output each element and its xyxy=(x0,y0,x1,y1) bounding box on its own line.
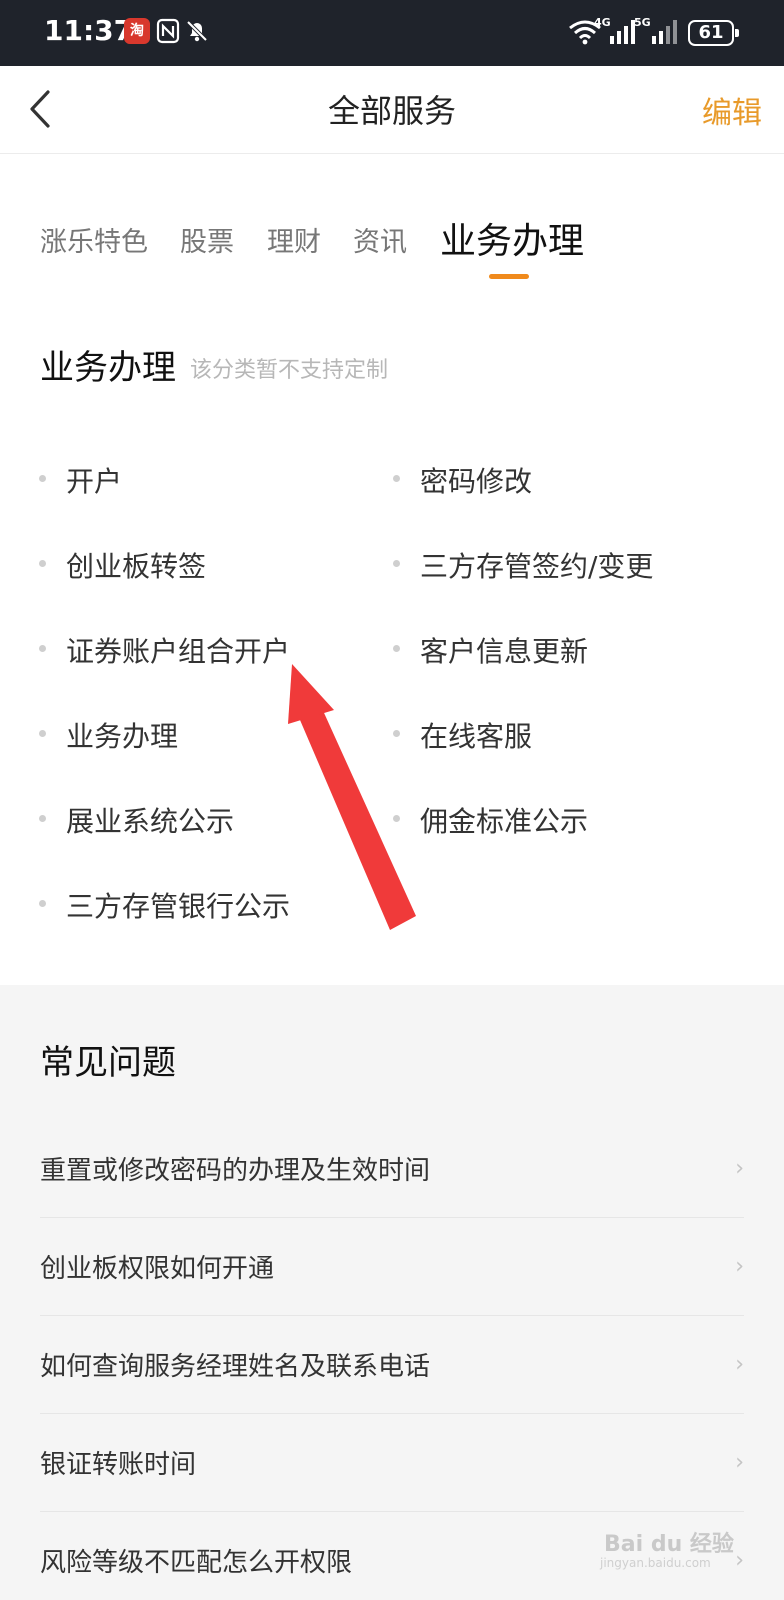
service-item-label: 三方存管银行公示 xyxy=(66,890,291,923)
service-item-custody-bank-disclosure[interactable]: 三方存管银行公示 xyxy=(39,885,291,925)
red-annotation-arrow-icon xyxy=(288,664,416,930)
watermark-main: Bai du 经验 xyxy=(604,1532,734,1557)
battery-indicator: 61 xyxy=(688,20,739,46)
service-item-combined-account-opening[interactable]: 证券账户组合开户 xyxy=(39,630,291,670)
watermark-url: jingyan.baidu.com xyxy=(600,1556,711,1570)
faq-item-label: 创业板权限如何开通 xyxy=(40,1254,275,1284)
service-item-label: 证券账户组合开户 xyxy=(66,635,291,668)
nav-bar: 全部服务 编辑 xyxy=(0,66,784,154)
bullet-dot xyxy=(39,475,46,482)
bullet-dot xyxy=(39,815,46,822)
active-tab-indicator xyxy=(489,274,529,279)
service-item-change-password[interactable]: 密码修改 xyxy=(393,460,533,500)
faq-item-label: 如何查询服务经理姓名及联系电话 xyxy=(40,1352,431,1382)
service-item-third-party-custody[interactable]: 三方存管签约/变更 xyxy=(393,545,654,585)
service-item-label: 创业板转签 xyxy=(66,550,207,583)
status-time: 11:37 xyxy=(44,14,134,47)
signal-5g-icon xyxy=(652,20,677,44)
nfc-icon xyxy=(156,18,180,44)
tab-stocks[interactable]: 股票 xyxy=(180,220,234,259)
faq-item-chinext-permission[interactable]: 创业板权限如何开通 › xyxy=(40,1218,744,1316)
mute-bell-icon xyxy=(186,20,208,42)
tab-wealth[interactable]: 理财 xyxy=(267,220,321,259)
bullet-dot xyxy=(39,560,46,567)
faq-item-label: 风险等级不匹配怎么开权限 xyxy=(40,1548,353,1578)
section-note: 该分类暂不支持定制 xyxy=(190,358,389,383)
section-title: 业务办理 xyxy=(40,348,176,388)
service-item-label: 展业系统公示 xyxy=(66,805,235,838)
bullet-dot xyxy=(393,560,400,567)
faq-title: 常见问题 xyxy=(40,1043,176,1083)
taobao-app-icon: 淘 xyxy=(124,18,150,44)
bullet-dot xyxy=(39,730,46,737)
edit-button[interactable]: 编辑 xyxy=(702,88,762,132)
service-item-business-handling[interactable]: 业务办理 xyxy=(39,715,179,755)
bullet-dot xyxy=(39,900,46,907)
service-item-label: 密码修改 xyxy=(420,465,533,498)
faq-item-service-manager-contact[interactable]: 如何查询服务经理姓名及联系电话 › xyxy=(40,1316,744,1414)
tab-news[interactable]: 资讯 xyxy=(353,220,407,259)
baidu-jingyan-watermark: Bai du 经验 jingyan.baidu.com xyxy=(600,1520,770,1580)
status-bar: 11:37 淘 4G 5G 61 xyxy=(0,0,784,66)
tab-zhangle-special[interactable]: 涨乐特色 xyxy=(40,220,148,259)
chevron-right-icon: › xyxy=(735,1254,744,1279)
faq-item-label: 银证转账时间 xyxy=(40,1450,197,1480)
bullet-dot xyxy=(393,475,400,482)
service-item-label: 业务办理 xyxy=(66,720,179,753)
service-item-open-account[interactable]: 开户 xyxy=(39,460,123,500)
page-title: 全部服务 xyxy=(327,92,456,130)
service-item-chinext-resign[interactable]: 创业板转签 xyxy=(39,545,207,585)
faq-item-bank-transfer-time[interactable]: 银证转账时间 › xyxy=(40,1414,744,1512)
tab-business[interactable]: 业务办理 xyxy=(440,212,584,264)
service-item-system-disclosure[interactable]: 展业系统公示 xyxy=(39,800,235,840)
faq-item-label: 重置或修改密码的办理及生效时间 xyxy=(40,1156,431,1186)
bullet-dot xyxy=(39,645,46,652)
faq-section: 常见问题 重置或修改密码的办理及生效时间 › 创业板权限如何开通 › 如何查询服… xyxy=(0,985,784,1600)
chevron-right-icon: › xyxy=(735,1352,744,1377)
chevron-right-icon: › xyxy=(735,1156,744,1181)
service-item-label: 开户 xyxy=(66,465,123,498)
faq-item-password-reset[interactable]: 重置或修改密码的办理及生效时间 › xyxy=(40,1120,744,1218)
chevron-right-icon: › xyxy=(735,1450,744,1475)
service-item-label: 三方存管签约/变更 xyxy=(420,550,654,583)
